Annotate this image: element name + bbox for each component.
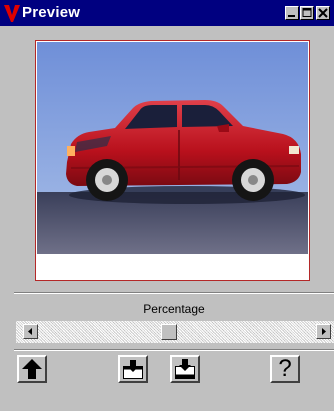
window-title: Preview	[22, 4, 81, 21]
v-logo-icon[interactable]	[3, 3, 21, 23]
tray-down-icon	[123, 360, 143, 379]
up-arrow-icon	[22, 359, 42, 379]
close-icon	[318, 8, 328, 18]
up-arrow-button[interactable]	[17, 355, 47, 383]
preview-window: Preview Percentage ?	[0, 0, 334, 411]
minimize-button[interactable]	[285, 6, 299, 20]
left-arrow-icon	[28, 328, 32, 335]
preview-image	[37, 42, 308, 254]
separator-top	[14, 292, 334, 294]
minimize-icon	[288, 15, 295, 17]
scroll-right-button[interactable]	[316, 324, 331, 339]
import-button[interactable]	[118, 355, 148, 383]
close-button[interactable]	[316, 6, 330, 20]
preview-frame	[35, 40, 310, 281]
question-icon: ?	[278, 355, 292, 382]
maximize-button[interactable]	[300, 6, 314, 20]
right-arrow-icon	[322, 328, 326, 335]
maximize-icon	[302, 8, 312, 17]
scroll-left-button[interactable]	[23, 324, 38, 339]
export-button[interactable]	[170, 355, 200, 383]
help-button[interactable]: ?	[270, 355, 300, 383]
title-bar[interactable]: Preview	[0, 0, 334, 26]
zoom-label: Percentage	[143, 302, 205, 316]
separator-bottom	[14, 349, 334, 351]
toolbar: ?	[14, 355, 334, 383]
zoom-scrollbar[interactable]	[16, 321, 334, 343]
zoom-slider-thumb[interactable]	[161, 324, 177, 340]
tray-down-icon	[175, 359, 195, 379]
